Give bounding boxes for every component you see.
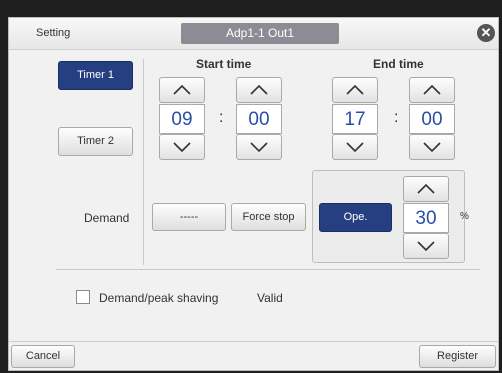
start-hour-down-button[interactable] xyxy=(159,134,205,160)
demand-none-button[interactable]: ----- xyxy=(152,203,226,231)
chevron-up-icon xyxy=(250,84,268,95)
left-separator xyxy=(143,59,144,265)
percent-unit: % xyxy=(460,211,469,222)
peak-shaving-checkbox[interactable] xyxy=(76,290,90,304)
end-minute-down-button[interactable] xyxy=(409,134,455,160)
timer-1-button[interactable]: Timer 1 xyxy=(58,61,133,90)
ope-button[interactable]: Ope. xyxy=(319,203,392,232)
end-minute-value[interactable]: 00 xyxy=(409,104,455,134)
section-separator xyxy=(56,269,480,270)
register-button[interactable]: Register xyxy=(419,345,496,368)
chevron-down-icon xyxy=(250,142,268,153)
chevron-down-icon xyxy=(173,142,191,153)
dialog-header: Setting Adp1-1 Out1 ✕ xyxy=(9,18,498,50)
percent-value[interactable]: 30 xyxy=(403,203,449,233)
start-minute-up-button[interactable] xyxy=(236,77,282,103)
start-time-label: Start time xyxy=(196,57,252,71)
dialog-title: Setting xyxy=(36,27,71,39)
chevron-down-icon xyxy=(346,142,364,153)
chevron-up-icon xyxy=(173,84,191,95)
demand-label: Demand xyxy=(84,211,130,225)
end-time-label: End time xyxy=(373,57,424,71)
start-hour-value[interactable]: 09 xyxy=(159,104,205,134)
peak-shaving-label: Demand/peak shaving xyxy=(99,291,219,305)
end-hour-value[interactable]: 17 xyxy=(332,104,378,134)
end-hour-down-button[interactable] xyxy=(332,134,378,160)
setting-dialog: Setting Adp1-1 Out1 ✕ Timer 1 Timer 2 St… xyxy=(8,17,499,371)
end-hour-up-button[interactable] xyxy=(332,77,378,103)
start-minute-value[interactable]: 00 xyxy=(236,104,282,134)
close-icon[interactable]: ✕ xyxy=(477,24,495,42)
chevron-up-icon xyxy=(423,84,441,95)
chevron-up-icon xyxy=(417,183,435,194)
chevron-down-icon xyxy=(417,241,435,252)
start-minute-down-button[interactable] xyxy=(236,134,282,160)
start-hour-up-button[interactable] xyxy=(159,77,205,103)
end-time-colon: : xyxy=(394,109,399,126)
chevron-down-icon xyxy=(423,142,441,153)
timer-2-button[interactable]: Timer 2 xyxy=(58,127,133,156)
percent-down-button[interactable] xyxy=(403,233,449,259)
force-stop-button[interactable]: Force stop xyxy=(231,203,306,231)
peak-shaving-status: Valid xyxy=(257,291,283,305)
percent-up-button[interactable] xyxy=(403,176,449,202)
target-name: Adp1-1 Out1 xyxy=(181,23,339,44)
chevron-up-icon xyxy=(346,84,364,95)
end-minute-up-button[interactable] xyxy=(409,77,455,103)
cancel-button[interactable]: Cancel xyxy=(11,345,75,368)
start-time-colon: : xyxy=(219,109,224,126)
